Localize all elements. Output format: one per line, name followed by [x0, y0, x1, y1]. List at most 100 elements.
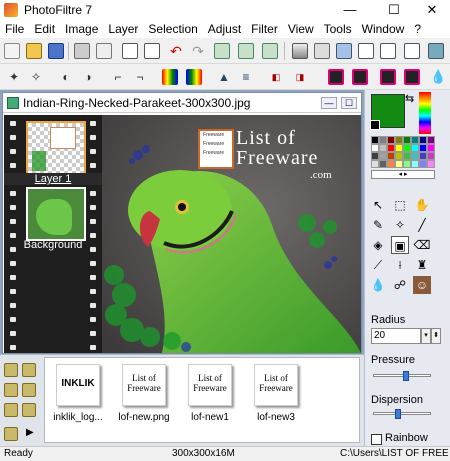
menu-filter[interactable]: Filter — [246, 22, 283, 36]
menu-layer[interactable]: Layer — [103, 22, 143, 36]
smudge-tool-icon[interactable]: ☍ — [391, 276, 409, 294]
print-icon[interactable] — [74, 43, 90, 59]
pointer-tool-icon[interactable]: ↖ — [369, 196, 387, 214]
folder-up-icon[interactable] — [22, 363, 36, 377]
palette-swatch[interactable] — [387, 160, 395, 168]
cut-icon[interactable] — [122, 43, 138, 59]
selection-tool-icon[interactable]: ⬚ — [391, 196, 409, 214]
image-size-icon[interactable] — [262, 43, 278, 59]
file-item[interactable]: List of Freeware lof-new3 — [245, 364, 307, 423]
pressure-slider[interactable] — [373, 371, 431, 381]
palette-swatch[interactable] — [379, 152, 387, 160]
palette-swatch[interactable] — [419, 152, 427, 160]
dispersion-slider-thumb[interactable] — [394, 409, 401, 419]
sharpen-icon[interactable]: ▲ — [216, 69, 232, 85]
palette-swatch[interactable] — [371, 152, 379, 160]
menu-edit[interactable]: Edit — [29, 22, 60, 36]
palette-swatch[interactable] — [371, 160, 379, 168]
saturation-down-icon[interactable]: ¬ — [132, 69, 148, 85]
palette-swatch[interactable] — [427, 152, 435, 160]
blur-tool-icon[interactable]: 💧 — [369, 276, 387, 294]
brightness-up-icon[interactable]: ✦ — [6, 69, 22, 85]
file-item[interactable]: List of Freeware lof-new1 — [179, 364, 241, 423]
layer-label-layer1[interactable]: Layer 1 — [4, 173, 102, 185]
flip-horizontal-icon[interactable]: ◧ — [268, 69, 284, 85]
palette-swatch[interactable] — [419, 136, 427, 144]
palette-swatch[interactable] — [411, 144, 419, 152]
paste-new-icon[interactable] — [238, 43, 254, 59]
crop-icon[interactable] — [380, 43, 396, 59]
color-balance-icon[interactable] — [162, 69, 178, 85]
menu-window[interactable]: Window — [357, 22, 410, 36]
folder-favorite-icon[interactable] — [4, 403, 18, 417]
menu-file[interactable]: File — [0, 22, 29, 36]
rotate-180-icon[interactable] — [380, 69, 396, 85]
file-item[interactable]: INKLIK inklik_log... — [47, 364, 109, 423]
copy-icon[interactable] — [144, 43, 160, 59]
palette-swatch[interactable] — [403, 144, 411, 152]
redo-icon[interactable]: ↷ — [190, 43, 206, 59]
save-icon[interactable] — [48, 43, 64, 59]
layer-label-background[interactable]: Background — [4, 239, 102, 251]
close-button[interactable]: ✕ — [412, 0, 450, 20]
palette-swatch[interactable] — [403, 136, 411, 144]
radius-dropdown[interactable]: ▾ — [421, 328, 431, 344]
clone-tool-icon[interactable]: ☺ — [413, 276, 431, 294]
radius-input[interactable]: 20 — [371, 328, 421, 344]
palette-swatch[interactable] — [371, 136, 379, 144]
rotate-left-icon[interactable] — [328, 69, 344, 85]
folder-browse-icon[interactable] — [4, 427, 18, 441]
line-tool-icon[interactable]: ╱ — [413, 216, 431, 234]
folder-tree-icon[interactable] — [22, 383, 36, 397]
brightness-down-icon[interactable]: ✧ — [28, 69, 44, 85]
document-minimize-button[interactable]: — — [321, 97, 337, 109]
magic-wand-tool-icon[interactable]: ✧ — [391, 216, 409, 234]
folder-refresh-icon[interactable] — [22, 403, 36, 417]
hue-icon[interactable] — [186, 69, 202, 85]
maximize-button[interactable]: ☐ — [374, 0, 414, 20]
droplet-icon[interactable]: 💧 — [430, 69, 446, 85]
resize-icon[interactable] — [358, 43, 374, 59]
menu-help[interactable]: ? — [409, 22, 426, 36]
layer-thumb-layer1[interactable] — [26, 121, 86, 175]
menu-selection[interactable]: Selection — [143, 22, 202, 36]
rainbow-checkbox[interactable] — [371, 434, 382, 445]
background-color[interactable] — [370, 120, 380, 130]
eraser-tool-icon[interactable]: ⌫ — [413, 236, 431, 254]
menu-view[interactable]: View — [283, 22, 319, 36]
palette-swatch[interactable] — [427, 136, 435, 144]
paste-icon[interactable] — [214, 43, 230, 59]
palette-swatch[interactable] — [403, 160, 411, 168]
hand-tool-icon[interactable]: ✋ — [413, 196, 431, 214]
transform-icon[interactable] — [428, 43, 444, 59]
canvas-icon[interactable] — [404, 43, 420, 59]
palette-swatch[interactable] — [395, 136, 403, 144]
folder-icon[interactable] — [4, 363, 18, 377]
contrast-down-icon[interactable]: ◑ — [80, 69, 96, 85]
brush-tool-icon[interactable]: ⟋ — [369, 256, 387, 274]
palette-swatch[interactable] — [411, 136, 419, 144]
image-canvas[interactable]: Freeware Freeware Freeware List of Freew… — [102, 115, 361, 353]
radius-stepper[interactable]: ⬍ — [431, 328, 441, 344]
palette-swatch[interactable] — [379, 160, 387, 168]
scan-icon[interactable] — [96, 43, 112, 59]
swap-colors-icon[interactable]: ⇆ — [405, 92, 414, 105]
flip-vertical-icon[interactable]: ◨ — [292, 69, 308, 85]
play-icon[interactable]: ▶ — [26, 427, 34, 438]
palette-swatch[interactable] — [427, 144, 435, 152]
palette-swatch[interactable] — [387, 136, 395, 144]
rotate-right-icon[interactable] — [352, 69, 368, 85]
palette-swatch[interactable] — [379, 136, 387, 144]
blur-icon[interactable]: ≡ — [238, 69, 254, 85]
document-maximize-button[interactable]: ☐ — [341, 97, 357, 109]
eyedropper-tool-icon[interactable]: ✎ — [369, 216, 387, 234]
undo-icon[interactable]: ↶ — [168, 43, 184, 59]
menu-tools[interactable]: Tools — [319, 22, 357, 36]
color-palette[interactable] — [371, 136, 435, 168]
palette-swatch[interactable] — [387, 152, 395, 160]
frame-icon[interactable] — [336, 43, 352, 59]
palette-swatch[interactable] — [419, 144, 427, 152]
advanced-brush-tool-icon[interactable]: ⟊ — [391, 256, 409, 274]
folder-new-icon[interactable] — [4, 383, 18, 397]
palette-swatch[interactable] — [395, 152, 403, 160]
